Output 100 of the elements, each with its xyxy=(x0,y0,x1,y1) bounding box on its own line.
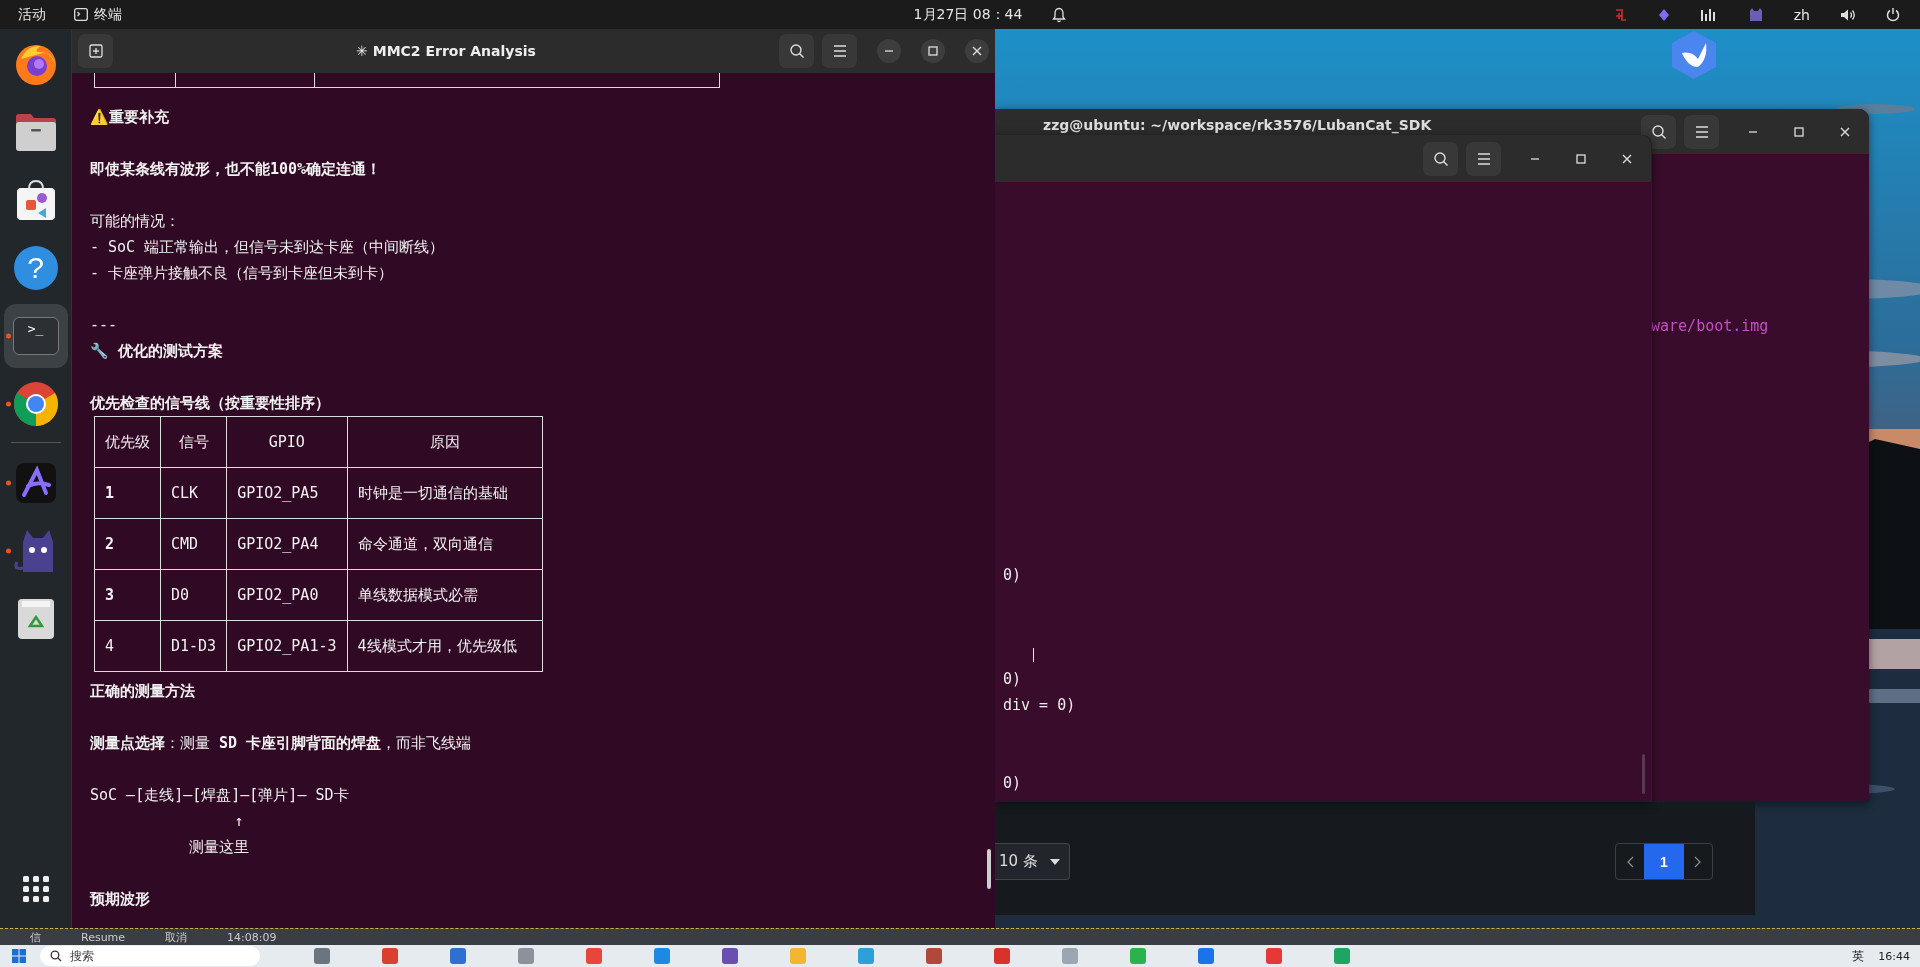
search-icon xyxy=(50,950,62,962)
close-icon xyxy=(1840,126,1850,137)
help-icon: ? xyxy=(13,246,58,290)
output-line: 0) xyxy=(1003,773,1022,794)
text-cursor xyxy=(1033,648,1034,662)
text-line: - SoC 端正常输出，但信号未到达卡座（中间断线） xyxy=(90,237,446,258)
output-line: ware/boot.img xyxy=(1651,317,1770,335)
table-cell: D0 xyxy=(160,569,227,621)
output-line: 0) xyxy=(1003,669,1023,690)
table-cell: CLK xyxy=(160,467,227,519)
table-cell: 时钟是一切通信的基础 xyxy=(347,467,542,519)
strip-label: 信 xyxy=(30,929,41,945)
menu-button[interactable] xyxy=(1466,141,1501,176)
next-page-icon[interactable] xyxy=(1692,855,1702,868)
maximize-icon xyxy=(928,46,938,56)
column-header: 信号 xyxy=(160,416,227,468)
strip-label: Resume xyxy=(81,930,126,944)
page-size-dropdown[interactable]: 10 条 xyxy=(995,843,1070,880)
table-cell: GPIO2_PA0 xyxy=(226,569,347,621)
terminal-icon: >_ xyxy=(12,317,59,355)
column-header: 原因 xyxy=(347,416,542,468)
window-title: zzg@ubuntu: ~/workspace/rk3576/LubanCat_SDK xyxy=(1043,116,1432,133)
search-button[interactable] xyxy=(1423,141,1458,176)
text-line: SoC —[走线]—[焊盘]—[弹片]— SD卡 xyxy=(90,785,350,806)
text-line: 测量点选择：测量 SD 卡座引脚背面的焊盘，而非飞线端 xyxy=(90,733,473,754)
language-indicator[interactable]: zh xyxy=(1793,6,1810,23)
text-line: - 卡座弹片接触不良（信号到卡座但未到卡） xyxy=(90,263,395,284)
search-icon xyxy=(1650,123,1667,140)
table-cell: GPIO2_PA4 xyxy=(226,518,347,570)
caret-icon xyxy=(1049,857,1061,866)
dock-item[interactable]: >_ xyxy=(3,304,68,368)
previous-page-icon[interactable] xyxy=(1626,855,1636,868)
menu-icon xyxy=(1694,125,1709,138)
table-cell: CMD xyxy=(160,518,227,570)
heading: 🔧 优化的测试方案 xyxy=(90,341,225,362)
bell-icon[interactable] xyxy=(1052,6,1067,23)
table-cell: 4线模式才用，优先级低 xyxy=(347,620,542,672)
maximize-icon xyxy=(1576,153,1586,164)
new-tab-button[interactable] xyxy=(78,34,113,68)
heading: ⚠重要补充 xyxy=(90,107,170,128)
text-line: 测量这里 xyxy=(188,837,251,858)
strip-label: 14:08:09 xyxy=(227,930,277,944)
search-icon xyxy=(788,43,805,59)
search-field[interactable]: 搜索 xyxy=(40,946,260,966)
taskbar-clock[interactable]: 16:44 xyxy=(1878,949,1910,963)
maximize-icon xyxy=(1794,126,1804,137)
table-cell: GPIO2_PA1-3 xyxy=(226,620,347,672)
window-title: ✳ MMC2 Error Analysis xyxy=(355,43,537,59)
table-cell: 3 xyxy=(94,569,161,621)
text-line: ↑ xyxy=(233,811,245,832)
menu-button[interactable] xyxy=(1684,114,1719,149)
menu-icon xyxy=(1476,152,1491,165)
tray-icon[interactable] xyxy=(1613,7,1628,22)
menu-icon xyxy=(832,45,847,57)
power-icon[interactable] xyxy=(1886,7,1900,22)
minimize-button[interactable] xyxy=(877,39,901,63)
heading: 即使某条线有波形，也不能100%确定连通！ xyxy=(90,159,383,180)
activities-button[interactable]: 活动 xyxy=(18,5,46,24)
plus-icon xyxy=(88,44,103,58)
input-method-indicator[interactable]: 英 xyxy=(1852,947,1865,965)
cat-icon[interactable] xyxy=(1747,7,1764,22)
clock[interactable]: 1月27日 08：44 xyxy=(913,5,1023,24)
close-icon xyxy=(1622,153,1632,164)
column-header: GPIO xyxy=(226,416,347,468)
app-icon xyxy=(15,463,56,503)
strip-label: 取消 xyxy=(165,929,188,945)
app-grid-icon[interactable] xyxy=(22,876,49,902)
minimize-icon xyxy=(1748,130,1758,133)
maximize-button[interactable] xyxy=(921,39,945,63)
trash-icon xyxy=(16,598,55,640)
browser-icon xyxy=(11,380,60,428)
menu-button[interactable] xyxy=(822,34,857,68)
heading: 预期波形 xyxy=(90,889,151,910)
search-icon xyxy=(1432,150,1449,167)
text-line: --- xyxy=(90,315,119,336)
close-button[interactable] xyxy=(965,39,989,63)
output-line: 0) xyxy=(1003,565,1022,586)
close-icon xyxy=(972,46,982,56)
scrollbar[interactable] xyxy=(1642,754,1645,794)
column-header: 优先级 xyxy=(94,416,161,468)
search-button[interactable] xyxy=(1641,114,1676,149)
table-cell: 命令通道，双向通信 xyxy=(347,518,542,570)
terminal-icon xyxy=(74,8,88,21)
heading: 正确的测量方法 xyxy=(90,681,196,702)
tray-icon[interactable] xyxy=(1657,7,1670,22)
table-cell: 4 xyxy=(94,620,161,672)
app-menu[interactable]: 终端 xyxy=(74,5,122,24)
minimize-icon xyxy=(884,50,894,52)
network-icon[interactable] xyxy=(1699,7,1718,22)
table-cell: D1-D3 xyxy=(160,620,227,672)
volume-icon[interactable] xyxy=(1840,7,1856,22)
search-button[interactable] xyxy=(779,34,814,68)
text-line: 可能的情况： xyxy=(90,211,181,232)
scrollbar[interactable] xyxy=(987,849,991,889)
table-cell: 1 xyxy=(94,467,161,519)
table-cell: 2 xyxy=(94,518,161,570)
heading: 优先检查的信号线（按重要性排序） xyxy=(90,393,331,414)
minimize-icon xyxy=(1530,157,1540,160)
output-line: div = 0) xyxy=(1003,695,1076,716)
page-button[interactable]: 1 xyxy=(1644,844,1684,879)
